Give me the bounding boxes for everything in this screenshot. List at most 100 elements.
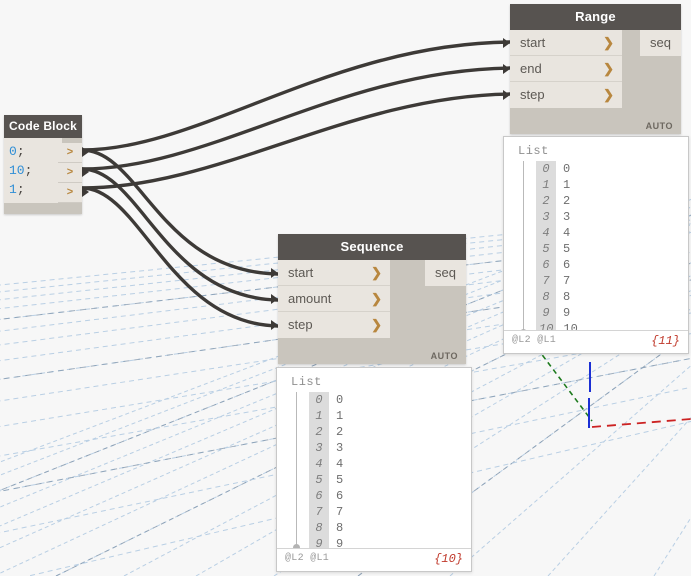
list-index: 2 bbox=[309, 424, 329, 440]
input-nub-icon bbox=[271, 268, 278, 278]
wire-cb0-sequence-start bbox=[80, 148, 280, 276]
list-index: 0 bbox=[309, 392, 329, 408]
chevron-right-icon[interactable]: ❯ bbox=[603, 82, 614, 108]
port-sequence-step[interactable]: step ❯ bbox=[271, 312, 390, 338]
list-value: 4 bbox=[336, 457, 344, 471]
axis-x-red bbox=[591, 418, 691, 428]
code-literal: 10 bbox=[9, 163, 25, 178]
axis-z-blue bbox=[588, 362, 591, 428]
list-item: 99 bbox=[518, 304, 688, 321]
wire-cb1-range-end bbox=[80, 66, 512, 171]
watch-title: List bbox=[518, 144, 549, 158]
node-code-block[interactable]: Code Block 0; 10; 1; > > > bbox=[4, 115, 89, 214]
list-index: 5 bbox=[309, 472, 329, 488]
list-item: 00 bbox=[518, 160, 688, 177]
code-line: 10; bbox=[9, 163, 33, 178]
input-nub-icon bbox=[503, 90, 510, 100]
watch-range-preview[interactable]: List 00 11 22 33 44 55 66 7 7 8 8 9 9 10… bbox=[503, 136, 689, 354]
list-index: 3 bbox=[309, 440, 329, 456]
list-index: 2 bbox=[536, 193, 556, 209]
code-block-output-0[interactable]: > bbox=[58, 143, 89, 163]
code-line: 0; bbox=[9, 144, 25, 159]
output-nub-icon bbox=[82, 147, 89, 157]
port-sequence-start[interactable]: start ❯ bbox=[271, 260, 390, 286]
port-sequence-amount[interactable]: amount ❯ bbox=[271, 286, 390, 312]
axis-y-green bbox=[536, 347, 593, 422]
list-value: 3 bbox=[563, 210, 571, 224]
code-block-output-1[interactable]: > bbox=[58, 163, 89, 183]
wire-cb0-range-start bbox=[80, 40, 512, 152]
port-label: start bbox=[288, 265, 314, 280]
list-count-badge: {11} bbox=[651, 334, 680, 348]
list-item: 88 bbox=[291, 519, 471, 536]
list-index: 3 bbox=[536, 209, 556, 225]
port-label: amount bbox=[288, 291, 332, 306]
chevron-right-icon[interactable]: ❯ bbox=[603, 56, 614, 82]
node-sequence[interactable]: Sequence start ❯ amount ❯ step ❯ seq AUT… bbox=[271, 234, 466, 364]
port-sequence-seq-output[interactable]: seq bbox=[425, 260, 466, 286]
list-item: 66 bbox=[518, 256, 688, 273]
list-level-indicator[interactable]: @L2 @L1 bbox=[285, 553, 329, 564]
list-item: 55 bbox=[518, 240, 688, 257]
watch-sequence-preview[interactable]: List 00 11 22 33 44 55 66 7 7 8 8 9 9 @L… bbox=[276, 367, 472, 572]
node-range-input-ports: start ❯ end ❯ step ❯ bbox=[503, 30, 622, 108]
chevron-right-icon: > bbox=[66, 146, 74, 158]
list-value: 6 bbox=[563, 258, 571, 272]
input-nub-icon bbox=[271, 294, 278, 304]
list-item: 00 bbox=[291, 391, 471, 408]
list-value: 4 bbox=[563, 226, 571, 240]
list-index: 1 bbox=[536, 177, 556, 193]
code-block-output-2[interactable]: > bbox=[58, 183, 89, 203]
list-index: 4 bbox=[309, 456, 329, 472]
list-index: 4 bbox=[536, 225, 556, 241]
code-line: 1; bbox=[9, 182, 25, 197]
port-range-step[interactable]: step ❯ bbox=[503, 82, 622, 108]
code-block-editor[interactable]: 0; 10; 1; bbox=[4, 138, 62, 203]
node-range-title: Range bbox=[510, 4, 681, 30]
output-nub-icon bbox=[82, 187, 89, 197]
watch-footer: @L2 @L1 {11} bbox=[504, 330, 688, 353]
port-range-start[interactable]: start ❯ bbox=[503, 30, 622, 56]
node-range[interactable]: Range start ❯ end ❯ step ❯ seq AUTO bbox=[503, 4, 681, 134]
list-index: 9 bbox=[536, 305, 556, 321]
chevron-right-icon[interactable]: ❯ bbox=[371, 260, 382, 286]
chevron-right-icon[interactable]: ❯ bbox=[371, 312, 382, 338]
list-value: 1 bbox=[336, 409, 344, 423]
chevron-right-icon[interactable]: ❯ bbox=[603, 30, 614, 56]
list-level-indicator[interactable]: @L2 @L1 bbox=[512, 335, 556, 346]
list-item: 22 bbox=[518, 192, 688, 209]
list-value: 7 bbox=[563, 274, 571, 288]
list-index: 5 bbox=[536, 241, 556, 257]
node-sequence-input-ports: start ❯ amount ❯ step ❯ bbox=[271, 260, 390, 338]
list-item: 33 bbox=[291, 439, 471, 456]
list-item: 66 bbox=[291, 487, 471, 504]
watch-footer: @L2 @L1 {10} bbox=[277, 548, 471, 571]
list-item: 55 bbox=[291, 471, 471, 488]
list-value: 0 bbox=[336, 393, 344, 407]
port-range-seq-output[interactable]: seq bbox=[640, 30, 681, 56]
dynamo-graph-canvas[interactable]: Range start ❯ end ❯ step ❯ seq AUTO Code… bbox=[0, 0, 691, 576]
port-label: step bbox=[288, 317, 313, 332]
code-literal: 0 bbox=[9, 144, 17, 159]
list-count-badge: {10} bbox=[434, 552, 463, 566]
port-range-end[interactable]: end ❯ bbox=[503, 56, 622, 82]
list-value: 9 bbox=[563, 306, 571, 320]
output-nub-icon bbox=[82, 167, 89, 177]
chevron-right-icon[interactable]: ❯ bbox=[371, 286, 382, 312]
input-nub-icon bbox=[271, 320, 278, 330]
wire-cb2-sequence-step bbox=[80, 186, 280, 328]
watch-range-content: List 00 11 22 33 44 55 66 7 7 8 8 9 9 10… bbox=[504, 137, 688, 340]
list-index: 7 bbox=[536, 273, 556, 289]
list-item: 44 bbox=[518, 224, 688, 241]
list-index: 8 bbox=[309, 520, 329, 536]
list-value: 8 bbox=[563, 290, 571, 304]
list-item: 33 bbox=[518, 208, 688, 225]
list-item: 22 bbox=[291, 423, 471, 440]
list-item: 77 bbox=[291, 503, 471, 520]
port-label: start bbox=[520, 35, 546, 50]
input-nub-icon bbox=[503, 64, 510, 74]
wire-cb1-sequence-amount bbox=[80, 167, 280, 302]
node-code-block-title: Code Block bbox=[4, 115, 82, 138]
list-item: 88 bbox=[518, 288, 688, 305]
code-literal: 1 bbox=[9, 182, 17, 197]
